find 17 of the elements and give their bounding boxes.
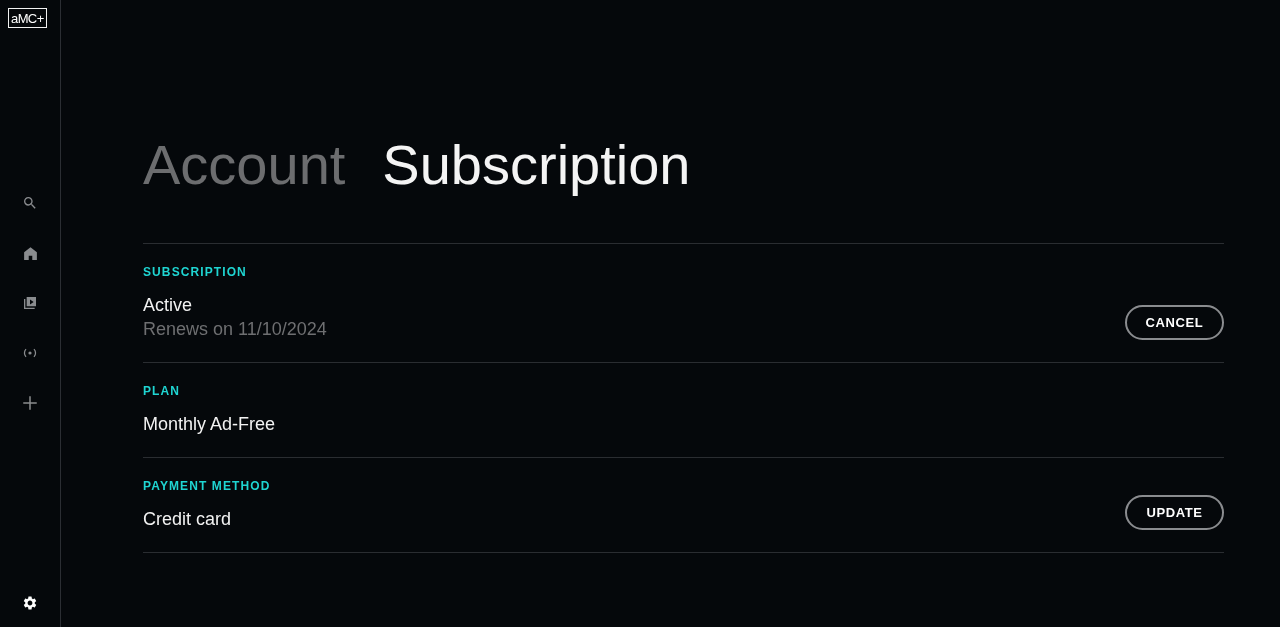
section-value: Credit card	[143, 508, 233, 531]
plus-icon	[21, 394, 39, 412]
section-label: SUBSCRIPTION	[143, 265, 248, 279]
action-button[interactable]: CANCEL	[1125, 305, 1224, 340]
section-value: Active	[143, 294, 194, 317]
video-library-icon	[22, 295, 38, 311]
page-tab[interactable]: Subscription	[382, 131, 691, 199]
search-icon	[22, 195, 38, 211]
section-value: Monthly Ad-Free	[143, 413, 276, 436]
section-label: PLAN	[143, 384, 182, 398]
settings-icon	[22, 595, 38, 611]
logo[interactable]: aMC+	[8, 8, 47, 28]
page-tab[interactable]: Account	[143, 131, 346, 199]
renewal-date: Renews on 11/10/2024	[143, 318, 327, 341]
section-label: PAYMENT METHOD	[143, 479, 271, 493]
home-icon	[21, 244, 39, 262]
action-button[interactable]: UPDATE	[1125, 495, 1224, 530]
